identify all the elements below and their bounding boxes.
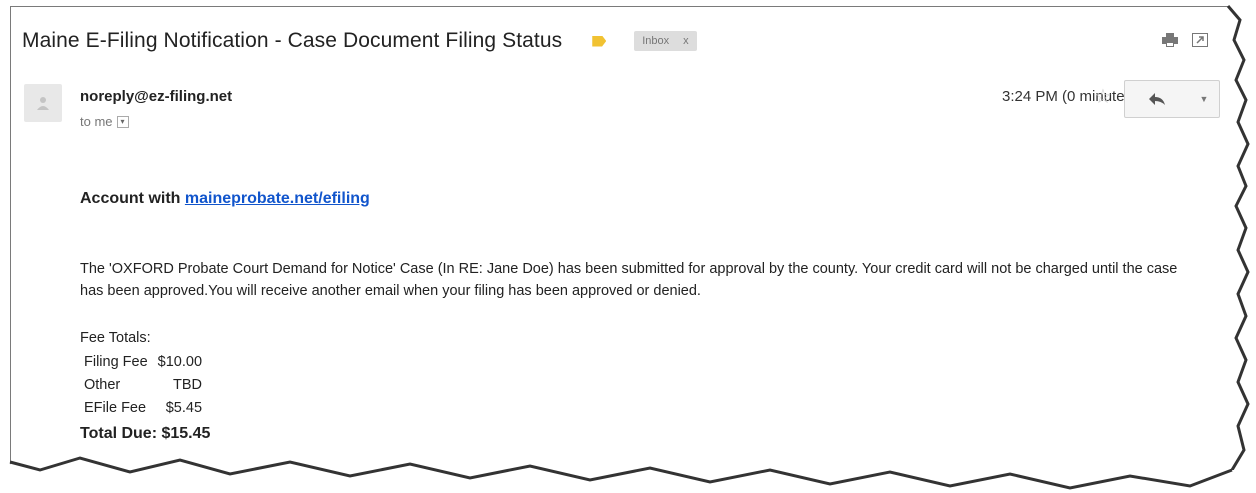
more-actions-button[interactable]: ▼ [1189, 81, 1219, 117]
subject-row: Maine E-Filing Notification - Case Docum… [22, 24, 697, 58]
fee-name: Other [84, 376, 121, 393]
email-subject: Maine E-Filing Notification - Case Docum… [22, 29, 563, 52]
chevron-down-icon: ▼ [1199, 94, 1209, 104]
fee-amount: $10.00 [157, 353, 203, 370]
recipient-line: to me ▾ [80, 114, 129, 129]
star-icon[interactable]: ☆ [1094, 84, 1112, 109]
email-body-paragraph: The 'OXFORD Probate Court Demand for Not… [80, 261, 1178, 299]
account-link[interactable]: maineprobate.net/efiling [185, 190, 370, 207]
fee-table: Filing Fee $10.00 Other TBD EFile Fee $5… [84, 350, 208, 419]
print-icon[interactable] [1162, 33, 1178, 47]
account-heading: Account with maineprobate.net/efiling [80, 190, 370, 208]
account-prefix: Account with [80, 190, 181, 207]
remove-label-button[interactable]: x [683, 35, 689, 47]
sender-avatar [24, 84, 62, 122]
person-icon [37, 97, 49, 110]
recipient-text: to me [80, 114, 113, 129]
fee-row: Filing Fee $10.00 [84, 350, 208, 373]
fee-name: EFile Fee [84, 399, 147, 416]
fee-totals-label: Fee Totals: [80, 330, 151, 346]
top-toolbar [1162, 33, 1208, 47]
fee-amount: TBD [173, 376, 203, 393]
fee-row: Other TBD [84, 373, 208, 396]
details-dropdown-icon[interactable]: ▾ [116, 115, 129, 128]
fee-row: EFile Fee $5.45 [84, 396, 208, 419]
fee-amount: $5.45 [165, 399, 203, 416]
reply-icon [1149, 93, 1165, 105]
sender-address[interactable]: noreply@ez-filing.net [80, 88, 232, 105]
reply-button[interactable] [1125, 81, 1189, 117]
inbox-label-text: Inbox [642, 35, 670, 47]
fee-name: Filing Fee [84, 353, 148, 370]
total-due: Total Due: $15.45 [80, 425, 211, 442]
inbox-label-chip[interactable]: Inbox x [634, 31, 697, 51]
label-tag-icon[interactable] [592, 35, 607, 47]
torn-right-edge [1228, 0, 1256, 470]
popout-icon[interactable] [1192, 33, 1208, 47]
reply-button-group: ▼ [1124, 80, 1220, 118]
torn-right-shadow [1226, 5, 1250, 471]
